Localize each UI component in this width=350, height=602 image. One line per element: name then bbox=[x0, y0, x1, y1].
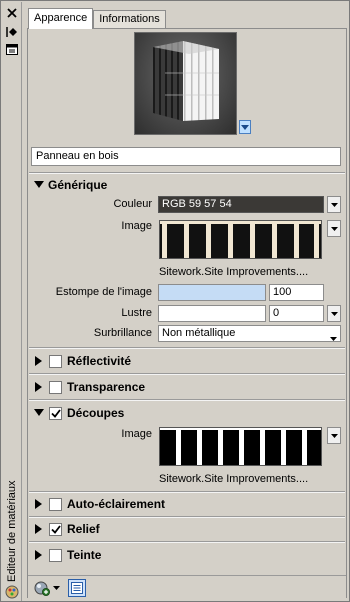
chevron-down-icon bbox=[330, 331, 337, 346]
palette-side-strip: Editeur de matériaux bbox=[2, 2, 22, 601]
material-name-field[interactable]: Panneau en bois bbox=[31, 147, 341, 166]
section-tint-header[interactable]: Teinte bbox=[33, 547, 101, 563]
close-icon[interactable] bbox=[4, 5, 19, 20]
properties-menu-icon[interactable] bbox=[4, 42, 19, 57]
cutout-image-thumbnail[interactable] bbox=[159, 427, 322, 466]
cutouts-checkbox[interactable] bbox=[49, 406, 62, 420]
material-editor-window: Editeur de matériaux Apparence Informati… bbox=[0, 0, 350, 602]
material-browser-button[interactable] bbox=[68, 579, 86, 597]
color-dropdown-button[interactable] bbox=[327, 196, 341, 213]
section-relief-title: Relief bbox=[67, 522, 100, 536]
section-reflectivity-header[interactable]: Réflectivité bbox=[33, 353, 131, 369]
color-label: Couleur bbox=[113, 198, 152, 210]
cutout-image-label: Image bbox=[121, 428, 152, 440]
divider bbox=[29, 373, 345, 375]
highlight-select-value: Non métallique bbox=[162, 327, 236, 339]
fade-value-field[interactable]: 100 bbox=[269, 284, 324, 301]
bottom-toolbar bbox=[28, 575, 346, 599]
material-preview[interactable] bbox=[134, 32, 237, 135]
fade-label: Estompe de l'image bbox=[55, 286, 152, 298]
section-self-illumination-header[interactable]: Auto-éclairement bbox=[33, 496, 165, 512]
section-relief-header[interactable]: Relief bbox=[33, 521, 100, 537]
create-material-button[interactable] bbox=[34, 580, 60, 596]
expanded-triangle-icon bbox=[33, 407, 45, 419]
gloss-dropdown-button[interactable] bbox=[327, 305, 341, 322]
checkmark-icon bbox=[50, 524, 61, 534]
checkmark-icon bbox=[50, 408, 61, 418]
fade-slider[interactable] bbox=[158, 284, 266, 301]
color-field[interactable]: RGB 59 57 54 bbox=[158, 196, 324, 213]
cutout-image-dropdown-button[interactable] bbox=[327, 427, 341, 444]
collapsed-triangle-icon bbox=[33, 549, 45, 561]
divider bbox=[29, 491, 345, 493]
preview-options-dropdown[interactable] bbox=[239, 120, 251, 134]
divider bbox=[29, 516, 345, 518]
collapsed-triangle-icon bbox=[33, 523, 45, 535]
appearance-panel: Panneau en bois Générique Couleur RGB 59… bbox=[27, 28, 347, 598]
chevron-down-icon bbox=[53, 586, 60, 590]
tab-bar: Apparence Informations bbox=[28, 8, 166, 29]
section-cutouts-title: Découpes bbox=[67, 406, 125, 420]
section-transparency-title: Transparence bbox=[67, 380, 146, 394]
sphere-add-icon bbox=[34, 581, 50, 596]
gloss-value-field[interactable]: 0 bbox=[269, 305, 324, 322]
generic-image-thumbnail[interactable] bbox=[159, 220, 322, 259]
material-palette-icon[interactable] bbox=[4, 584, 19, 599]
divider bbox=[29, 172, 345, 174]
section-transparency-header[interactable]: Transparence bbox=[33, 379, 145, 395]
cutout-image-file-caption: Sitework.Site Improvements.... bbox=[159, 473, 309, 485]
collapsed-triangle-icon bbox=[33, 355, 45, 367]
gloss-slider[interactable] bbox=[158, 305, 266, 322]
image-label: Image bbox=[121, 220, 152, 232]
section-generic-header[interactable]: Générique bbox=[33, 177, 107, 193]
image-dropdown-button[interactable] bbox=[327, 220, 341, 237]
divider bbox=[29, 541, 345, 543]
relief-checkbox[interactable] bbox=[49, 522, 62, 536]
tint-checkbox[interactable] bbox=[49, 548, 62, 562]
self-illumination-checkbox[interactable] bbox=[49, 497, 62, 511]
transparency-checkbox[interactable] bbox=[49, 380, 62, 394]
highlight-select[interactable]: Non métallique bbox=[158, 325, 341, 342]
preview-cube-image bbox=[153, 41, 219, 121]
collapsed-triangle-icon bbox=[33, 498, 45, 510]
section-tint-title: Teinte bbox=[67, 548, 102, 562]
auto-hide-icon[interactable] bbox=[4, 24, 19, 39]
divider bbox=[29, 347, 345, 349]
list-view-icon bbox=[71, 582, 83, 594]
section-cutouts-header[interactable]: Découpes bbox=[33, 405, 124, 421]
gloss-label: Lustre bbox=[121, 307, 152, 319]
wood-texture-thumb-image bbox=[160, 221, 321, 258]
highlight-label: Surbrillance bbox=[93, 327, 152, 339]
section-reflectivity-title: Réflectivité bbox=[67, 354, 132, 368]
expanded-triangle-icon bbox=[33, 179, 45, 191]
divider bbox=[29, 399, 345, 401]
section-generic-title: Générique bbox=[48, 178, 108, 192]
image-file-caption: Sitework.Site Improvements.... bbox=[159, 266, 309, 278]
collapsed-triangle-icon bbox=[33, 381, 45, 393]
tab-information[interactable]: Informations bbox=[93, 10, 166, 28]
palette-title: Editeur de matériaux bbox=[6, 480, 18, 583]
cutout-texture-thumb-image bbox=[160, 428, 321, 465]
section-self-illumination-title: Auto-éclairement bbox=[67, 497, 166, 511]
reflectivity-checkbox[interactable] bbox=[49, 354, 62, 368]
tab-appearance[interactable]: Apparence bbox=[28, 8, 94, 29]
